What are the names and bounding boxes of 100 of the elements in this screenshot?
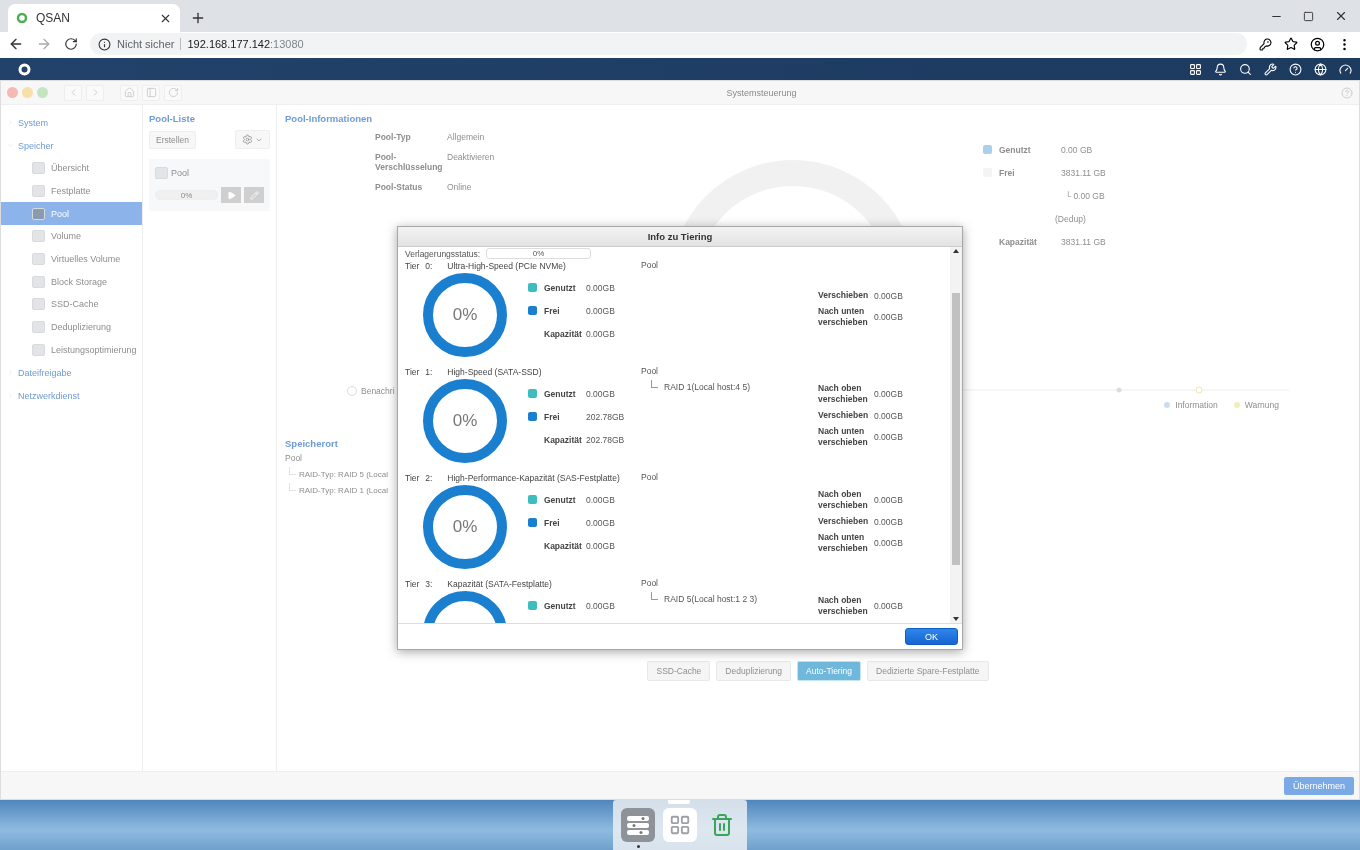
usage-value: 0.00GB: [586, 540, 615, 551]
usage-value: 0.00GB: [586, 388, 616, 399]
usage-label: Kapazität: [544, 540, 583, 551]
sidebar-item[interactable]: Virtuelles Volume: [1, 247, 142, 271]
section-title: Pool-Liste: [149, 113, 195, 124]
raid-label: RAID 1(Local host:4 5): [664, 382, 750, 392]
legend-item: Information: [1164, 400, 1218, 410]
sidebar-group[interactable]: Netzwerkdienst: [1, 384, 142, 408]
create-button[interactable]: Erstellen: [149, 130, 197, 149]
sidebar-item[interactable]: Leistungsoptimierung: [1, 338, 142, 362]
sidebar-item[interactable]: Deduplizierung: [1, 315, 142, 339]
feature-tab[interactable]: Auto-Tiering: [797, 661, 862, 681]
usage-value: 0.00GB: [586, 600, 615, 611]
move-label: Nach unten verschieben: [818, 532, 869, 554]
checkbox-label: Benachri: [361, 386, 395, 396]
tree-item: RAID-Typ: RAID 5 (Local: [299, 470, 388, 479]
move-value: 0.00GB: [874, 538, 904, 548]
section-title: Speicherort: [285, 438, 338, 449]
usage-label: Genutzt: [544, 494, 577, 505]
move-label: Nach oben verschieben: [818, 595, 869, 617]
feature-tab[interactable]: Deduplizierung: [716, 661, 792, 681]
usage-label: Frei: [544, 411, 561, 422]
tier-name: Kapazität (SATA-Festplatte): [447, 579, 552, 589]
field-value: Deaktivieren: [447, 152, 496, 164]
move-value: 0.00GB: [874, 601, 904, 611]
usage-value: 202.78GB: [586, 434, 625, 445]
legend-item: Warnung: [1233, 400, 1279, 410]
tier-name: High-Performance-Kapazität (SAS-Festplatte): [447, 473, 620, 483]
tier-name: High-Speed (SATA-SSD): [447, 367, 542, 377]
feature-tab[interactable]: SSD-Cache: [647, 661, 711, 681]
tab-title: QSAN: [36, 11, 71, 25]
usage-value: 0.00GB: [586, 328, 615, 339]
sidebar-item[interactable]: SSD-Cache: [1, 293, 142, 316]
sidebar-item[interactable]: Übersicht: [1, 157, 142, 180]
legend-value: 3831.11 GB: [1061, 236, 1107, 247]
move-label: Verschieben: [818, 516, 870, 527]
usage-value: 0.00GB: [586, 494, 615, 505]
percent-label: 0%: [452, 305, 478, 325]
tier-name: Ultra-High-Speed (PCIe NVMe): [447, 261, 566, 271]
raid-label: RAID 5(Local host:1 2 3): [664, 594, 758, 604]
sidebar-item[interactable]: Block Storage: [1, 270, 142, 294]
tier-label: Tier: [405, 367, 420, 377]
field-value: Online: [447, 182, 473, 192]
apply-button[interactable]: Übernehmen: [1283, 776, 1354, 795]
tier-label: Tier: [405, 261, 420, 271]
tree-root: Pool: [285, 453, 302, 463]
url-host: 192.168.177.142: [187, 38, 271, 50]
field-label: Pool-Status: [375, 182, 424, 192]
status-label: Verlagerungsstatus:: [405, 248, 481, 259]
move-value: 0.00GB: [874, 410, 904, 421]
usage-label: Kapazität: [544, 434, 583, 445]
usage-label: Frei: [544, 305, 561, 316]
usage-label: Kapazität: [544, 328, 583, 339]
legend-note: (Dedup): [1055, 213, 1086, 224]
sidebar-item[interactable]: Pool: [1, 202, 142, 226]
address-bar[interactable]: Nicht sicher 192.168.177.142:13080: [90, 33, 1247, 55]
tier-label: Tier: [405, 579, 420, 589]
sidebar-group[interactable]: Speicher: [1, 134, 142, 157]
usage-label: Genutzt: [544, 282, 577, 293]
usage-value: 0.00GB: [586, 517, 615, 528]
dialog-title: Info zu Tiering: [398, 227, 962, 247]
section-title: Pool-Informationen: [285, 113, 373, 124]
legend-label: Frei: [999, 167, 1016, 178]
usage-value: 202.78GB: [586, 411, 625, 422]
usage-value: 0.00GB: [586, 282, 615, 293]
pool-label: Pool: [641, 472, 659, 482]
move-label: Verschieben: [818, 410, 870, 421]
browser-tab[interactable]: QSAN: [8, 4, 180, 32]
field-label: Pool-Verschlüsselung: [375, 152, 444, 172]
status-bar: 0%: [486, 248, 592, 259]
move-label: Nach oben verschieben: [818, 489, 869, 511]
tier-number: 2:: [425, 473, 434, 483]
ok-button[interactable]: OK: [905, 628, 958, 645]
url-port: :13080: [270, 38, 304, 50]
move-label: Nach unten verschieben: [818, 306, 869, 328]
move-label: Nach unten verschieben: [818, 426, 869, 448]
legend-note: └ 0.00 GB: [1065, 190, 1105, 201]
field-value: Allgemein: [447, 132, 486, 142]
tier-label: Tier: [405, 473, 420, 483]
move-value: 0.00GB: [874, 312, 904, 322]
legend-label: Genutzt: [999, 144, 1032, 155]
security-label: Nicht sicher: [117, 38, 182, 50]
pool-name: Pool: [171, 168, 189, 178]
move-value: 0.00GB: [874, 495, 904, 505]
pool-label: Pool: [641, 578, 659, 588]
field-label: Pool-Typ: [375, 132, 412, 142]
window-title: Systemsteuerung: [725, 87, 798, 98]
usage-label: Genutzt: [544, 388, 577, 399]
move-label: Nach oben verschieben: [818, 383, 869, 405]
move-label: Verschieben: [818, 290, 870, 301]
percent-label: 0%: [452, 517, 478, 537]
feature-tab[interactable]: Dedizierte Spare-Festplatte: [867, 661, 989, 681]
sidebar-item[interactable]: Volume: [1, 225, 142, 248]
move-value: 0.00GB: [874, 432, 904, 442]
move-value: 0.00GB: [874, 389, 904, 399]
sidebar-group[interactable]: Dateifreigabe: [1, 361, 142, 385]
legend-value: 3831.11 GB: [1061, 167, 1107, 178]
progress-text: 0%: [180, 190, 193, 200]
sidebar-item[interactable]: Festplatte: [1, 179, 142, 203]
sidebar-group[interactable]: System: [1, 111, 142, 134]
